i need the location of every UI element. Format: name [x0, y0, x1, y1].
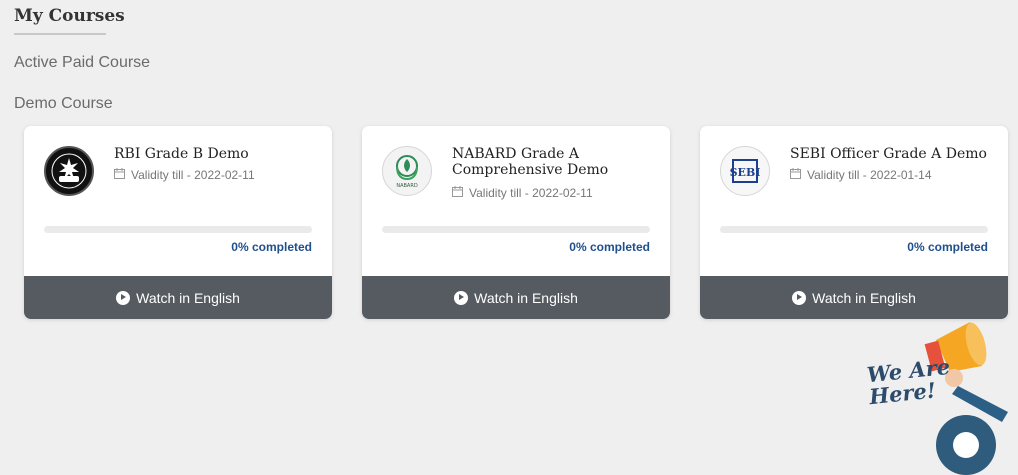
nabard-logo-text: NABARD: [396, 183, 417, 189]
sebi-logo-icon: SEBI: [720, 146, 770, 196]
calendar-icon: [452, 186, 463, 200]
we-are-here-text: We Are Here!: [866, 354, 953, 409]
validity-text: Validity till - 2022-02-11: [131, 168, 255, 182]
watch-in-english-button[interactable]: Watch in English: [700, 276, 1008, 319]
sebi-logo-text: SEBI: [730, 166, 761, 179]
watch-button-label: Watch in English: [474, 289, 578, 306]
play-icon: [116, 290, 131, 305]
progress-bar: [382, 226, 650, 233]
validity-row: Validity till - 2022-02-11: [452, 186, 593, 200]
validity-text: Validity till - 2022-01-14: [807, 168, 932, 182]
course-card-nabard: NABARD NABARD Grade A Comprehensive Demo…: [362, 126, 670, 319]
page-title: My Courses: [14, 6, 125, 26]
course-title: SEBI Officer Grade A Demo: [790, 146, 987, 162]
section-link-demo[interactable]: Demo Course: [14, 95, 113, 113]
course-title: NABARD Grade A Comprehensive Demo: [452, 146, 609, 178]
play-icon: [792, 290, 807, 305]
we-are-here-widget[interactable]: We Are Here!: [858, 318, 1018, 475]
calendar-icon: [790, 168, 801, 182]
nabard-logo-icon: NABARD: [382, 146, 432, 196]
course-title: RBI Grade B Demo: [114, 146, 249, 162]
progress-label: 0% completed: [569, 240, 650, 254]
course-card-sebi: SEBI SEBI Officer Grade A Demo Validity …: [700, 126, 1008, 319]
course-card-list: RBI Grade B Demo Validity till - 2022-02…: [24, 126, 1008, 319]
title-underline: [14, 33, 106, 35]
section-link-active-paid[interactable]: Active Paid Course: [14, 54, 150, 72]
progress-bar: [720, 226, 988, 233]
watch-in-english-button[interactable]: Watch in English: [24, 276, 332, 319]
rbi-logo-icon: [44, 146, 94, 196]
validity-row: Validity till - 2022-02-11: [114, 168, 255, 182]
validity-text: Validity till - 2022-02-11: [469, 186, 593, 200]
calendar-icon: [114, 168, 125, 182]
watch-button-label: Watch in English: [136, 289, 240, 306]
watch-button-label: Watch in English: [812, 289, 916, 306]
play-icon: [454, 290, 469, 305]
watch-in-english-button[interactable]: Watch in English: [362, 276, 670, 319]
progress-label: 0% completed: [907, 240, 988, 254]
course-card-rbi: RBI Grade B Demo Validity till - 2022-02…: [24, 126, 332, 319]
progress-label: 0% completed: [231, 240, 312, 254]
progress-bar: [44, 226, 312, 233]
validity-row: Validity till - 2022-01-14: [790, 168, 932, 182]
chat-icon[interactable]: [936, 415, 996, 475]
